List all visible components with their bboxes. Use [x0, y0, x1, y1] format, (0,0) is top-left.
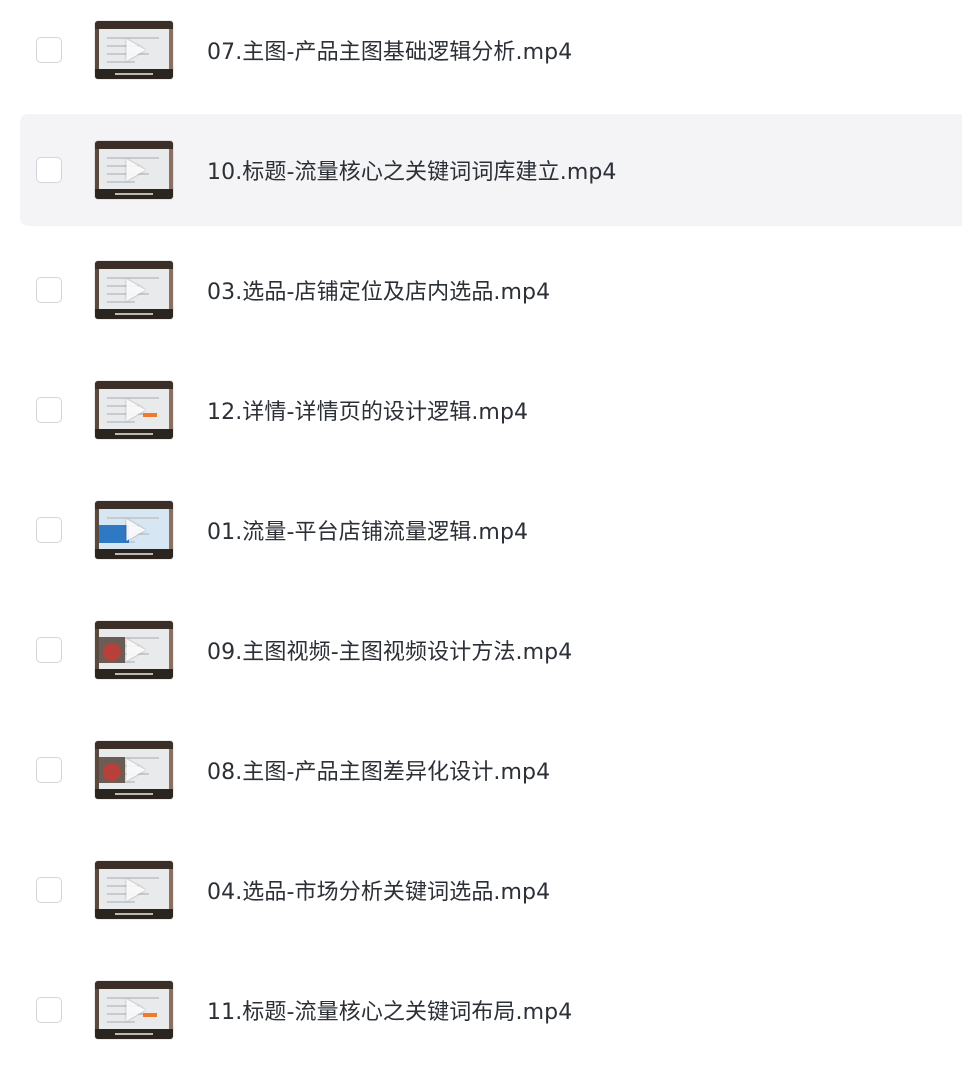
file-row[interactable]: 07.主图-产品主图基础逻辑分析.mp4	[20, 0, 962, 106]
play-icon	[126, 759, 146, 781]
file-row[interactable]: 04.选品-市场分析关键词选品.mp4	[20, 834, 962, 946]
play-icon	[126, 639, 146, 661]
play-icon	[126, 159, 146, 181]
thumbnail-side	[169, 629, 173, 669]
play-icon	[126, 399, 146, 421]
thumbnail-side	[169, 509, 173, 549]
thumbnail-side	[169, 989, 173, 1029]
file-list: 07.主图-产品主图基础逻辑分析.mp4 10.标题-流量核心之关键词词库建立.m…	[0, 0, 962, 1074]
thumbnail-side	[169, 749, 173, 789]
video-thumbnail[interactable]	[95, 21, 173, 79]
thumbnail-topbar	[95, 741, 173, 749]
checkbox-icon[interactable]	[36, 277, 62, 303]
file-row[interactable]: 11.标题-流量核心之关键词布局.mp4	[20, 954, 962, 1066]
file-name[interactable]: 01.流量-平台店铺流量逻辑.mp4	[207, 514, 528, 546]
thumbnail-caption-bar	[95, 909, 173, 919]
thumbnail-caption-bar	[95, 309, 173, 319]
thumbnail-side	[169, 269, 173, 309]
thumbnail-caption-bar	[95, 669, 173, 679]
play-icon	[126, 999, 146, 1021]
thumbnail-caption-bar	[95, 789, 173, 799]
thumbnail-side	[169, 389, 173, 429]
thumbnail-topbar	[95, 261, 173, 269]
thumbnail-caption-bar	[95, 69, 173, 79]
thumbnail-topbar	[95, 21, 173, 29]
thumbnail-topbar	[95, 981, 173, 989]
file-name[interactable]: 07.主图-产品主图基础逻辑分析.mp4	[207, 34, 572, 66]
play-icon	[126, 279, 146, 301]
file-row[interactable]: 03.选品-店铺定位及店内选品.mp4	[20, 234, 962, 346]
thumbnail-caption-bar	[95, 1029, 173, 1039]
file-name[interactable]: 11.标题-流量核心之关键词布局.mp4	[207, 994, 572, 1026]
file-row[interactable]: 10.标题-流量核心之关键词词库建立.mp4	[20, 114, 962, 226]
file-name[interactable]: 04.选品-市场分析关键词选品.mp4	[207, 874, 550, 906]
checkbox-icon[interactable]	[36, 517, 62, 543]
file-row[interactable]: 01.流量-平台店铺流量逻辑.mp4	[20, 474, 962, 586]
file-row[interactable]: 08.主图-产品主图差异化设计.mp4	[20, 714, 962, 826]
thumbnail-side	[169, 869, 173, 909]
video-thumbnail[interactable]	[95, 621, 173, 679]
video-thumbnail[interactable]	[95, 261, 173, 319]
file-name[interactable]: 09.主图视频-主图视频设计方法.mp4	[207, 634, 572, 666]
play-icon	[126, 519, 146, 541]
thumbnail-caption-bar	[95, 189, 173, 199]
thumbnail-side	[169, 149, 173, 189]
video-thumbnail[interactable]	[95, 741, 173, 799]
thumbnail-side	[169, 29, 173, 69]
file-name[interactable]: 12.详情-详情页的设计逻辑.mp4	[207, 394, 528, 426]
video-thumbnail[interactable]	[95, 861, 173, 919]
checkbox-icon[interactable]	[36, 877, 62, 903]
play-icon	[126, 39, 146, 61]
checkbox-icon[interactable]	[36, 397, 62, 423]
checkbox-icon[interactable]	[36, 757, 62, 783]
video-thumbnail[interactable]	[95, 141, 173, 199]
file-name[interactable]: 03.选品-店铺定位及店内选品.mp4	[207, 274, 550, 306]
thumbnail-topbar	[95, 621, 173, 629]
checkbox-icon[interactable]	[36, 157, 62, 183]
thumbnail-caption-bar	[95, 429, 173, 439]
file-row[interactable]: 09.主图视频-主图视频设计方法.mp4	[20, 594, 962, 706]
thumbnail-topbar	[95, 381, 173, 389]
checkbox-icon[interactable]	[36, 37, 62, 63]
thumbnail-topbar	[95, 501, 173, 509]
file-name[interactable]: 10.标题-流量核心之关键词词库建立.mp4	[207, 154, 617, 186]
play-icon	[126, 879, 146, 901]
video-thumbnail[interactable]	[95, 381, 173, 439]
file-row[interactable]: 12.详情-详情页的设计逻辑.mp4	[20, 354, 962, 466]
checkbox-icon[interactable]	[36, 637, 62, 663]
thumbnail-topbar	[95, 861, 173, 869]
file-name[interactable]: 08.主图-产品主图差异化设计.mp4	[207, 754, 550, 786]
thumbnail-caption-bar	[95, 549, 173, 559]
checkbox-icon[interactable]	[36, 997, 62, 1023]
thumbnail-topbar	[95, 141, 173, 149]
video-thumbnail[interactable]	[95, 501, 173, 559]
video-thumbnail[interactable]	[95, 981, 173, 1039]
